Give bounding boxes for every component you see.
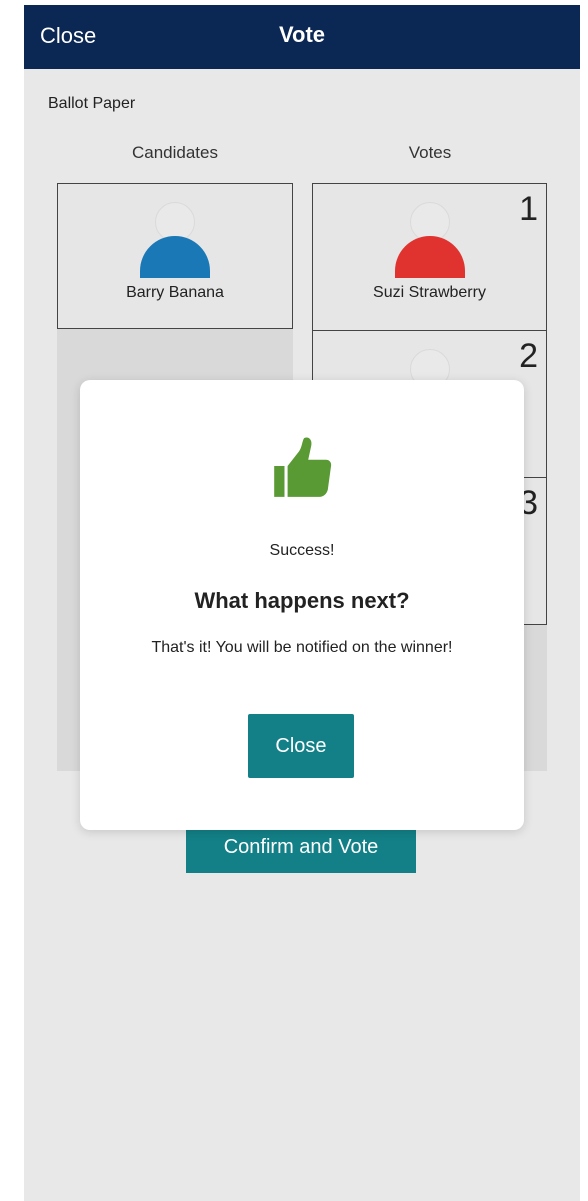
vote-rank: 1 [519,190,538,228]
votes-header: Votes [408,143,452,162]
vote-slot-1[interactable]: 1 Suzi Strawberry [312,183,547,331]
dialog-heading: What happens next? [194,588,410,613]
candidate-name: Barry Banana [126,284,224,301]
vote-screen: Close Vote Ballot Paper Candidates Votes… [24,5,580,1201]
candidate-card[interactable]: Barry Banana [57,183,293,329]
ballot-label: Ballot Paper [48,95,136,112]
success-status: Success! [269,542,335,559]
candidates-header: Candidates [131,143,218,162]
header-bar: Close Vote [24,5,580,69]
person-icon [135,202,215,278]
confirm-vote-button[interactable]: Confirm and Vote [186,827,416,873]
vote-candidate-name: Suzi Strawberry [373,284,486,301]
dialog-message: That's it! You will be notified on the w… [151,639,453,656]
thumbs-up-icon [274,437,332,497]
person-icon [390,202,470,278]
dialog-close-button[interactable]: Close [248,714,354,778]
success-dialog: Success! What happens next? That's it! Y… [80,380,524,830]
vote-rank: 2 [519,337,538,375]
page-title: Vote [278,22,326,47]
